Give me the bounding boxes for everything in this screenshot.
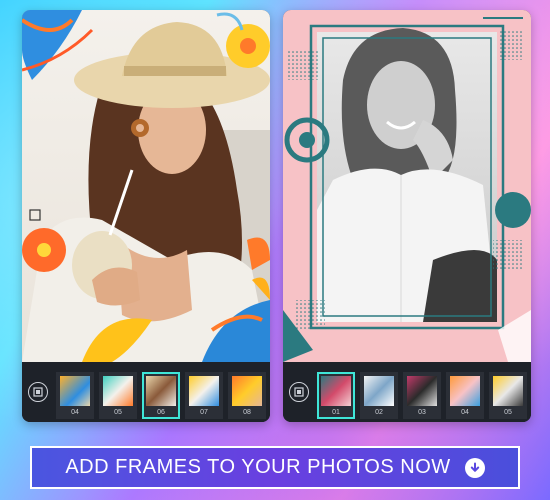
tropical-frame-photo	[22, 10, 270, 362]
thumbnail-preview	[189, 376, 219, 406]
geometric-frame-photo	[283, 10, 531, 362]
thumbnail-preview	[232, 376, 262, 406]
thumbnail-label: 04	[71, 409, 79, 416]
thumbnail-label: 01	[332, 409, 340, 416]
frame-tool-button[interactable]	[28, 382, 48, 402]
thumbnail-preview	[103, 376, 133, 406]
phone-mockup-geometric: 01 02 03 04 05	[283, 10, 531, 422]
thumbnail-preview	[321, 376, 351, 406]
frame-thumbnail[interactable]: 02	[360, 372, 398, 419]
photo-canvas-tropical[interactable]	[22, 10, 270, 362]
add-frames-cta-button[interactable]: ADD FRAMES TO YOUR PHOTOS NOW	[30, 446, 520, 489]
frame-thumbnail-selected[interactable]: 06	[142, 372, 180, 419]
thumbnail-label: 05	[114, 409, 122, 416]
thumbnail-label: 07	[200, 409, 208, 416]
thumbnail-preview	[407, 376, 437, 406]
thumbnail-label: 03	[418, 409, 426, 416]
thumbnail-preview	[60, 376, 90, 406]
frame-thumbnail[interactable]: 04	[56, 372, 94, 419]
frame-thumbnail[interactable]: 03	[403, 372, 441, 419]
frame-tool-button[interactable]	[289, 382, 309, 402]
photo-canvas-geometric[interactable]	[283, 10, 531, 362]
thumbnail-preview	[364, 376, 394, 406]
frame-picker-bar: 01 02 03 04 05	[283, 362, 531, 422]
frame-icon	[33, 387, 43, 397]
thumbnail-preview	[146, 376, 176, 406]
frame-thumbnail-selected[interactable]: 01	[317, 372, 355, 419]
frame-icon	[294, 387, 304, 397]
frame-thumbnail[interactable]: 07	[185, 372, 223, 419]
frame-thumbnail-strip: 04 05 06 07 08	[56, 372, 270, 420]
phone-mockup-tropical: 04 05 06 07 08	[22, 10, 270, 422]
thumbnail-label: 06	[157, 409, 165, 416]
frame-thumbnail[interactable]: 08	[228, 372, 266, 419]
download-arrow-icon	[464, 457, 485, 478]
thumbnail-label: 04	[461, 409, 469, 416]
thumbnail-label: 02	[375, 409, 383, 416]
thumbnail-preview	[493, 376, 523, 406]
thumbnail-label: 08	[243, 409, 251, 416]
frame-thumbnail[interactable]: 04	[446, 372, 484, 419]
cta-label: ADD FRAMES TO YOUR PHOTOS NOW	[65, 456, 451, 478]
thumbnail-label: 05	[504, 409, 512, 416]
frame-picker-bar: 04 05 06 07 08	[22, 362, 270, 422]
frame-thumbnail[interactable]: 05	[489, 372, 527, 419]
frame-thumbnail-strip: 01 02 03 04 05	[317, 372, 531, 420]
frame-thumbnail[interactable]: 05	[99, 372, 137, 419]
thumbnail-preview	[450, 376, 480, 406]
